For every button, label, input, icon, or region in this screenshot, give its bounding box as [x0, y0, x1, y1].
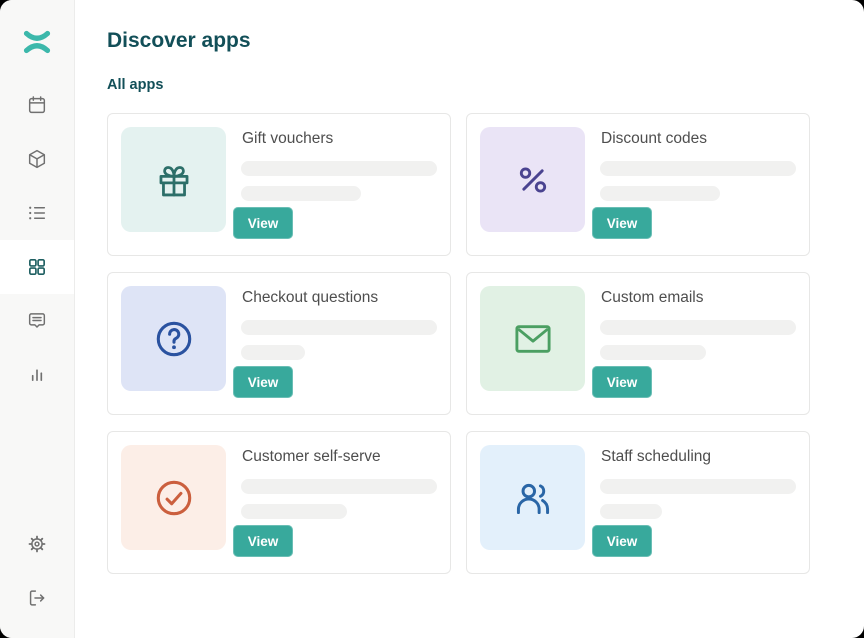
skeleton-bar [241, 504, 347, 519]
app-window: Discover apps All apps Gift vouchers [0, 0, 864, 638]
app-card-staff-scheduling: Staff scheduling View [466, 431, 810, 574]
skeleton-bar [600, 161, 796, 176]
skeleton-bar [241, 186, 361, 201]
skeleton-bar [600, 479, 796, 494]
skeleton-bar [600, 320, 796, 335]
app-card-gift-vouchers: Gift vouchers View [107, 113, 451, 256]
view-button[interactable]: View [592, 366, 652, 398]
sidebar-item-settings[interactable] [0, 517, 74, 571]
list-icon [26, 202, 48, 224]
envelope-icon [510, 316, 556, 362]
percent-icon [510, 157, 556, 203]
app-icon-tile [121, 286, 226, 391]
gear-icon [26, 533, 48, 555]
skeleton-bar [241, 320, 437, 335]
question-circle-icon [151, 316, 197, 362]
sidebar [0, 0, 75, 638]
app-icon-tile [480, 127, 585, 232]
logout-icon [26, 587, 48, 609]
brand-logo-icon [23, 29, 51, 55]
card-title: Discount codes [601, 129, 707, 148]
sidebar-item-calendar[interactable] [0, 78, 74, 132]
skeleton-bar [241, 345, 305, 360]
app-icon-tile [480, 286, 585, 391]
skeleton-bar [241, 479, 437, 494]
users-icon [510, 475, 556, 521]
view-button[interactable]: View [592, 207, 652, 239]
sidebar-nav [0, 78, 74, 402]
brand-logo[interactable] [23, 29, 51, 55]
gift-icon [151, 157, 197, 203]
view-button[interactable]: View [233, 525, 293, 557]
chat-icon [26, 310, 48, 332]
view-button[interactable]: View [233, 207, 293, 239]
package-icon [26, 148, 48, 170]
card-title: Custom emails [601, 288, 704, 307]
sidebar-item-products[interactable] [0, 132, 74, 186]
card-title: Customer self-serve [242, 447, 381, 466]
card-title: Staff scheduling [601, 447, 711, 466]
sidebar-item-messages[interactable] [0, 294, 74, 348]
sidebar-item-apps[interactable] [0, 240, 74, 294]
app-card-discount-codes: Discount codes View [466, 113, 810, 256]
skeleton-bar [600, 345, 706, 360]
grid-icon [26, 256, 48, 278]
skeleton-bar [241, 161, 437, 176]
skeleton-bar [600, 504, 662, 519]
main-content: Discover apps All apps Gift vouchers [75, 0, 864, 638]
sidebar-item-reports[interactable] [0, 348, 74, 402]
skeleton-bar [600, 186, 720, 201]
app-card-customer-self-serve: Customer self-serve View [107, 431, 451, 574]
sidebar-footer [0, 517, 74, 625]
app-icon-tile [480, 445, 585, 550]
sidebar-item-logout[interactable] [0, 571, 74, 625]
check-circle-icon [151, 475, 197, 521]
page-title: Discover apps [107, 28, 810, 53]
app-card-checkout-questions: Checkout questions View [107, 272, 451, 415]
calendar-icon [26, 94, 48, 116]
apps-grid: Gift vouchers View Discount codes View [107, 113, 810, 574]
app-icon-tile [121, 127, 226, 232]
view-button[interactable]: View [592, 525, 652, 557]
bar-chart-icon [26, 364, 48, 386]
card-title: Gift vouchers [242, 129, 333, 148]
section-label-all-apps: All apps [107, 76, 810, 94]
view-button[interactable]: View [233, 366, 293, 398]
app-icon-tile [121, 445, 226, 550]
sidebar-item-services[interactable] [0, 186, 74, 240]
app-card-custom-emails: Custom emails View [466, 272, 810, 415]
card-title: Checkout questions [242, 288, 378, 307]
